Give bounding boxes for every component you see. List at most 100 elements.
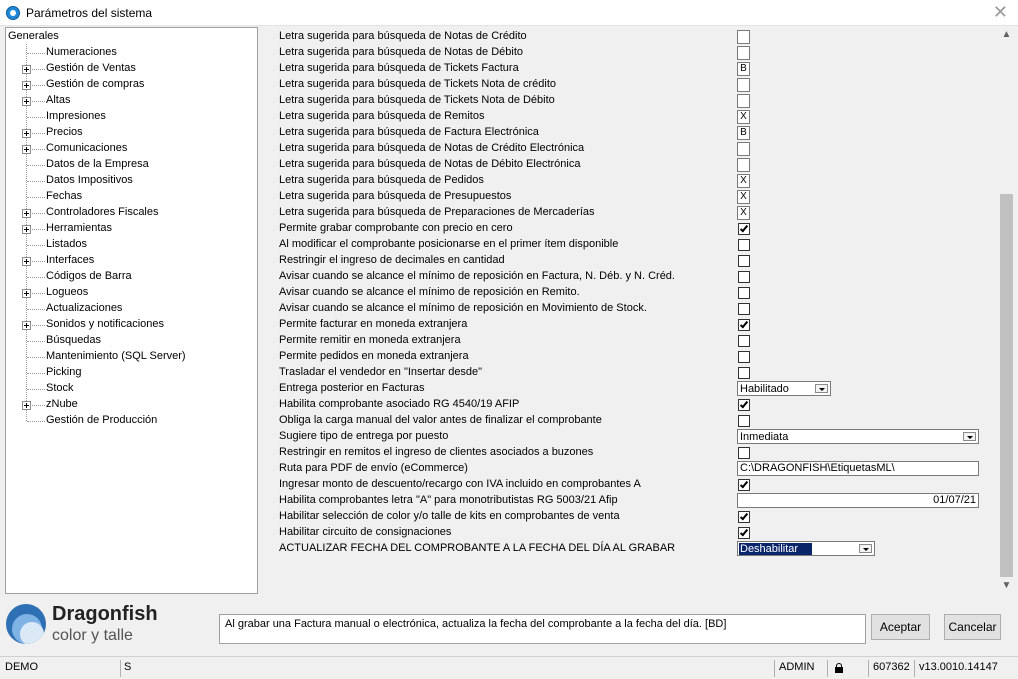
expand-plus-icon[interactable]: [22, 401, 31, 410]
letter-input[interactable]: X: [737, 174, 750, 188]
tree-item[interactable]: Listados: [6, 237, 256, 253]
setting-checkbox[interactable]: [738, 271, 750, 283]
cancel-button[interactable]: Cancelar: [944, 614, 1001, 640]
chevron-down-icon[interactable]: [963, 432, 976, 441]
chevron-down-icon[interactable]: [815, 384, 828, 393]
setting-row: Permite remitir en moneda extranjera: [260, 333, 980, 349]
expand-plus-icon[interactable]: [22, 97, 31, 106]
tree-item[interactable]: Controladores Fiscales: [6, 205, 256, 221]
tree-item[interactable]: Impresiones: [6, 109, 256, 125]
setting-checkbox[interactable]: [738, 415, 750, 427]
tree-item[interactable]: Comunicaciones: [6, 141, 256, 157]
setting-text-input[interactable]: C:\DRAGONFISH\EtiquetasML\: [737, 461, 979, 476]
tree-item[interactable]: Gestión de compras: [6, 77, 256, 93]
tree-item[interactable]: Altas: [6, 93, 256, 109]
tree-item-label: Gestión de compras: [46, 78, 145, 90]
setting-checkbox[interactable]: [738, 335, 750, 347]
settings-tree: Generales Numeraciones Gestión de Ventas G…: [5, 27, 258, 594]
setting-label: Permite remitir en moneda extranjera: [279, 334, 461, 346]
setting-checkbox[interactable]: [738, 351, 750, 363]
tree-item[interactable]: Sonidos y notificaciones: [6, 317, 256, 333]
letter-input[interactable]: [737, 46, 750, 60]
setting-dropdown[interactable]: Deshabilitar: [737, 541, 875, 556]
tree-item[interactable]: Precios: [6, 125, 256, 141]
tree-item[interactable]: Búsquedas: [6, 333, 256, 349]
letter-input[interactable]: X: [737, 206, 750, 220]
setting-checkbox[interactable]: [738, 303, 750, 315]
scroll-down-icon[interactable]: ▼: [999, 578, 1014, 594]
setting-checkbox[interactable]: [738, 399, 750, 411]
dropdown-value: Inmediata: [740, 431, 789, 443]
tree-item[interactable]: Gestión de Producción: [6, 413, 256, 429]
setting-label: Ruta para PDF de envío (eCommerce): [279, 462, 468, 474]
expand-plus-icon[interactable]: [22, 65, 31, 74]
letter-input[interactable]: B: [737, 62, 750, 76]
expand-plus-icon[interactable]: [22, 225, 31, 234]
tree-connector: [27, 277, 45, 278]
status-version: v13.0010.14147: [919, 661, 998, 673]
tree-item[interactable]: Fechas: [6, 189, 256, 205]
tree-item-label: Datos de la Empresa: [46, 158, 149, 170]
letter-input[interactable]: X: [737, 190, 750, 204]
setting-row: Restringir en remitos el ingreso de clie…: [260, 445, 980, 461]
tree-item-label: Picking: [46, 366, 82, 378]
tree-item[interactable]: zNube: [6, 397, 256, 413]
setting-row: Letra sugerida para búsqueda de Presupue…: [260, 189, 980, 205]
tree-item-label: Códigos de Barra: [46, 270, 132, 282]
setting-row: Habilita comprobantes letra "A" para mon…: [260, 493, 980, 509]
setting-label: Letra sugerida para búsqueda de Notas de…: [279, 158, 581, 170]
tree-item[interactable]: Gestión de Ventas: [6, 61, 256, 77]
setting-text-input[interactable]: 01/07/21: [737, 493, 979, 508]
letter-input[interactable]: [737, 30, 750, 44]
setting-checkbox[interactable]: [738, 367, 750, 379]
setting-checkbox[interactable]: [738, 239, 750, 251]
setting-row: Letra sugerida para búsqueda de Tickets …: [260, 93, 980, 109]
setting-checkbox[interactable]: [738, 511, 750, 523]
tree-item[interactable]: Datos Impositivos: [6, 173, 256, 189]
expand-plus-icon[interactable]: [22, 209, 31, 218]
scroll-thumb[interactable]: [1000, 194, 1013, 577]
tree-connector: [27, 245, 45, 246]
accept-button[interactable]: Aceptar: [871, 614, 930, 640]
tree-connector: [27, 389, 45, 390]
setting-checkbox[interactable]: [738, 255, 750, 267]
expand-plus-icon[interactable]: [22, 289, 31, 298]
status-user: ADMIN: [779, 661, 815, 673]
tree-item[interactable]: Actualizaciones: [6, 301, 256, 317]
expand-plus-icon[interactable]: [22, 257, 31, 266]
tree-root-generales[interactable]: Generales: [8, 30, 59, 42]
letter-input[interactable]: [737, 94, 750, 108]
chevron-down-icon[interactable]: [859, 544, 872, 553]
setting-checkbox[interactable]: [738, 287, 750, 299]
letter-input[interactable]: B: [737, 126, 750, 140]
tree-item[interactable]: Datos de la Empresa: [6, 157, 256, 173]
tree-item[interactable]: Stock: [6, 381, 256, 397]
setting-checkbox[interactable]: [738, 479, 750, 491]
tree-item[interactable]: Logueos: [6, 285, 256, 301]
tree-item[interactable]: Interfaces: [6, 253, 256, 269]
expand-plus-icon[interactable]: [22, 145, 31, 154]
tree-item[interactable]: Picking: [6, 365, 256, 381]
setting-row: Letra sugerida para búsqueda de Factura …: [260, 125, 980, 141]
expand-plus-icon[interactable]: [22, 81, 31, 90]
tree-item[interactable]: Numeraciones: [6, 45, 256, 61]
setting-checkbox[interactable]: [738, 527, 750, 539]
setting-checkbox[interactable]: [738, 319, 750, 331]
tree-item[interactable]: Herramientas: [6, 221, 256, 237]
expand-plus-icon[interactable]: [22, 321, 31, 330]
setting-dropdown[interactable]: Inmediata: [737, 429, 979, 444]
setting-checkbox[interactable]: [738, 447, 750, 459]
letter-input[interactable]: [737, 142, 750, 156]
letter-input[interactable]: [737, 158, 750, 172]
letter-input[interactable]: X: [737, 110, 750, 124]
tree-item[interactable]: Mantenimiento (SQL Server): [6, 349, 256, 365]
brand-name: Dragonfish: [52, 603, 158, 625]
expand-plus-icon[interactable]: [22, 129, 31, 138]
vertical-scrollbar[interactable]: ▲ ▼: [999, 27, 1014, 594]
scroll-up-icon[interactable]: ▲: [999, 27, 1014, 43]
close-icon[interactable]: ✕: [993, 3, 1008, 21]
tree-item[interactable]: Códigos de Barra: [6, 269, 256, 285]
letter-input[interactable]: [737, 78, 750, 92]
setting-dropdown[interactable]: Habilitado: [737, 381, 831, 396]
setting-checkbox[interactable]: [738, 223, 750, 235]
